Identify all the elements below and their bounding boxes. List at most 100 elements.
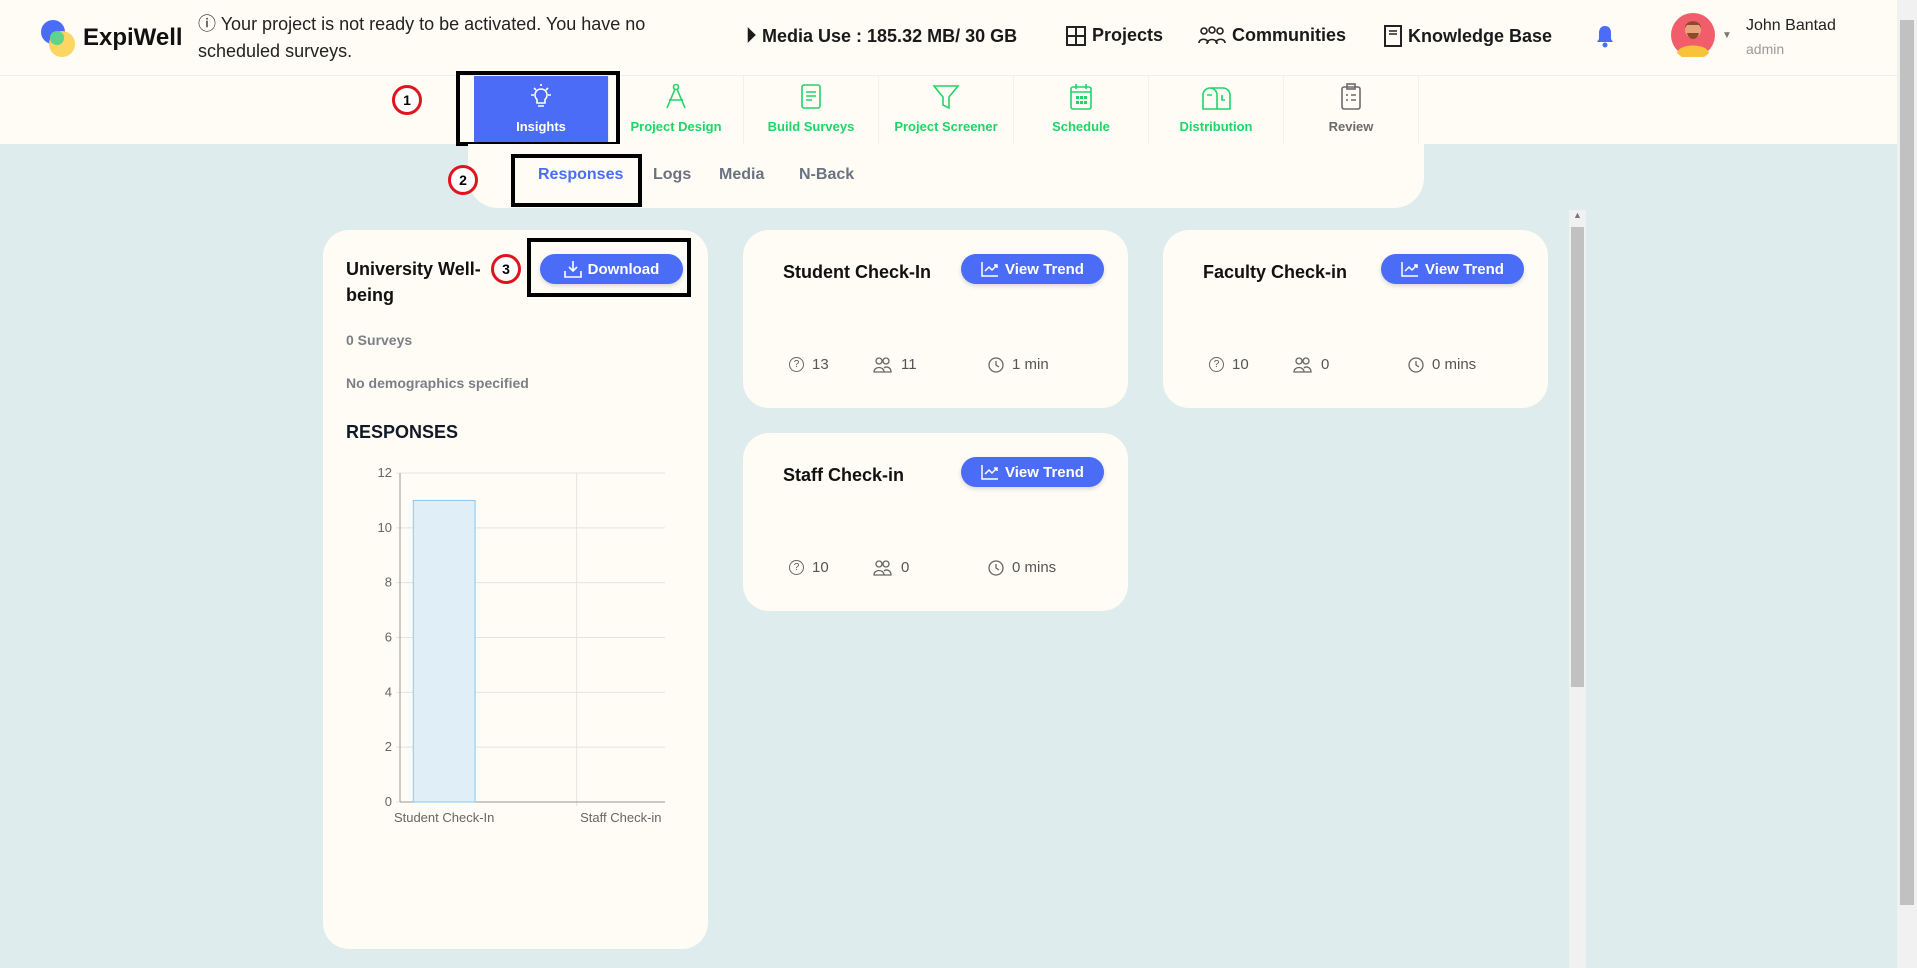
annotation-marker-3: 3 bbox=[491, 254, 521, 284]
project-title: University Well-being bbox=[346, 259, 481, 305]
scrollbar-thumb[interactable] bbox=[1571, 227, 1584, 687]
duration-value: 0 mins bbox=[1012, 559, 1057, 576]
survey-title: Faculty Check-in bbox=[1203, 262, 1348, 282]
view-trend-button[interactable]: View Trend bbox=[961, 254, 1104, 284]
x-tick-label: Staff Check-in bbox=[580, 810, 661, 825]
tab-review[interactable]: Review bbox=[1284, 76, 1419, 144]
clipboard-icon bbox=[1341, 83, 1361, 110]
tab-label: Schedule bbox=[1052, 119, 1110, 134]
users-icon bbox=[873, 356, 892, 373]
compass-icon bbox=[666, 83, 686, 109]
participant-count-value: 11 bbox=[901, 356, 917, 373]
duration-value: 0 mins bbox=[1432, 356, 1477, 373]
survey-count: 0 Surveys bbox=[346, 332, 413, 348]
y-tick-label: 0 bbox=[385, 794, 392, 809]
annotation-marker-1: 1 bbox=[392, 85, 422, 115]
clock-icon bbox=[988, 559, 1004, 576]
annotation-marker-2: 2 bbox=[448, 165, 478, 195]
filter-icon bbox=[932, 85, 960, 110]
question-circle-icon: ? bbox=[789, 357, 804, 372]
calendar-icon bbox=[1070, 84, 1092, 110]
tab-label: Project Screener bbox=[894, 119, 998, 134]
question-count-value: 13 bbox=[812, 356, 829, 373]
question-count-value: 10 bbox=[1232, 356, 1249, 373]
duration: 0 mins bbox=[1408, 356, 1476, 373]
trend-chart-icon bbox=[981, 262, 999, 277]
demographics-status: No demographics specified bbox=[346, 375, 529, 391]
y-tick-label: 10 bbox=[378, 520, 392, 535]
view-trend-button[interactable]: View Trend bbox=[961, 457, 1104, 487]
question-count: ? 13 bbox=[789, 356, 829, 373]
tab-label: Project Design bbox=[630, 119, 722, 134]
users-icon bbox=[1293, 356, 1312, 373]
question-count: ? 10 bbox=[1209, 356, 1249, 373]
knowledge-base-link[interactable]: Knowledge Base bbox=[1384, 25, 1552, 47]
content-scrollbar[interactable]: ▲ bbox=[1569, 210, 1586, 968]
window-scrollbar[interactable] bbox=[1897, 0, 1917, 968]
x-tick-label: Student Check-In bbox=[394, 810, 494, 825]
tab-label: Distribution bbox=[1179, 119, 1253, 134]
info-icon: ⓘ bbox=[198, 14, 221, 34]
participant-count: 0 bbox=[873, 559, 909, 576]
tab-build-surveys[interactable]: Build Surveys bbox=[744, 76, 879, 144]
participant-count: 0 bbox=[1293, 356, 1329, 373]
communities-link[interactable]: Communities bbox=[1198, 25, 1346, 46]
knowledge-base-label: Knowledge Base bbox=[1408, 25, 1553, 46]
avatar[interactable] bbox=[1671, 13, 1715, 62]
clock-icon bbox=[1408, 356, 1424, 373]
tab-project-screener[interactable]: Project Screener bbox=[879, 76, 1014, 144]
participant-count-value: 0 bbox=[901, 559, 910, 576]
document-icon bbox=[801, 84, 821, 109]
notice-text: Your project is not ready to be activate… bbox=[198, 14, 646, 61]
trend-chart-icon bbox=[981, 465, 999, 480]
survey-title: Staff Check-in bbox=[783, 465, 905, 485]
duration-value: 1 min bbox=[1012, 356, 1049, 373]
question-count: ? 10 bbox=[789, 559, 829, 576]
subtab-n-back[interactable]: N-Back bbox=[799, 166, 854, 184]
users-icon bbox=[1198, 25, 1226, 44]
tab-distribution[interactable]: Distribution bbox=[1149, 76, 1284, 144]
communities-label: Communities bbox=[1232, 25, 1347, 45]
y-tick-label: 4 bbox=[385, 684, 392, 699]
window-scrollbar-thumb[interactable] bbox=[1900, 20, 1914, 905]
user-role: admin bbox=[1746, 41, 1785, 57]
projects-label: Projects bbox=[1092, 25, 1164, 45]
bell-icon[interactable] bbox=[1595, 24, 1615, 53]
activation-notice: ⓘ Your project is not ready to be activa… bbox=[198, 11, 668, 65]
participant-count-value: 0 bbox=[1321, 356, 1330, 373]
annotation-box-2 bbox=[511, 154, 642, 207]
projects-link[interactable]: Projects bbox=[1066, 25, 1163, 46]
question-circle-icon: ? bbox=[789, 560, 804, 575]
tab-schedule[interactable]: Schedule bbox=[1014, 76, 1149, 144]
tab-project-design[interactable]: Project Design bbox=[609, 76, 744, 144]
question-circle-icon: ? bbox=[1209, 357, 1224, 372]
tab-label: Build Surveys bbox=[767, 119, 855, 134]
annotation-box-3 bbox=[527, 238, 691, 297]
users-icon bbox=[873, 559, 892, 576]
brand-name: ExpiWell bbox=[83, 24, 183, 51]
mailbox-icon bbox=[1202, 87, 1231, 110]
grid-icon bbox=[1066, 25, 1086, 46]
clock-icon bbox=[988, 356, 1004, 373]
duration: 0 mins bbox=[988, 559, 1056, 576]
y-tick-label: 6 bbox=[385, 630, 392, 645]
annotation-box-1 bbox=[456, 71, 620, 146]
subtab-media[interactable]: Media bbox=[719, 166, 764, 184]
question-count-value: 10 bbox=[812, 559, 829, 576]
expiwell-logo[interactable] bbox=[40, 18, 78, 58]
responses-heading: RESPONSES bbox=[346, 422, 459, 442]
media-use: ⏵ Media Use : 185.32 MB/ 30 GB bbox=[746, 25, 1017, 48]
caret-down-icon[interactable]: ▼ bbox=[1722, 30, 1732, 41]
y-tick-label: 12 bbox=[378, 465, 392, 480]
subtab-logs[interactable]: Logs bbox=[653, 166, 691, 184]
user-name: John Bantad bbox=[1746, 17, 1836, 34]
play-circle-icon: ⏵ bbox=[746, 25, 756, 47]
y-tick-label: 8 bbox=[385, 575, 392, 590]
participant-count: 11 bbox=[873, 356, 917, 373]
scroll-up-icon[interactable]: ▲ bbox=[1569, 210, 1586, 220]
book-icon bbox=[1384, 25, 1402, 47]
y-tick-label: 2 bbox=[385, 739, 392, 754]
trend-chart-icon bbox=[1401, 262, 1419, 277]
view-trend-button[interactable]: View Trend bbox=[1381, 254, 1524, 284]
responses-bar-chart: 0 2 4 6 8 10 12 Student Check-In Staff Check-in bbox=[378, 465, 665, 825]
